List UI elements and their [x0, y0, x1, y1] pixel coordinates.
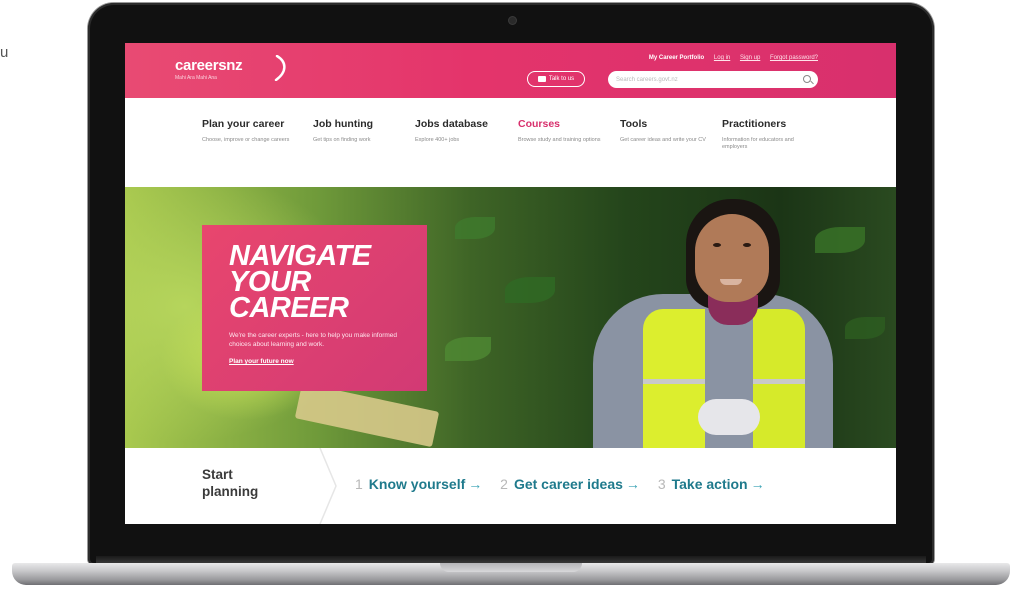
hero-banner: NAVIGATE YOUR CAREER We're the career ex… [125, 187, 896, 448]
portfolio-link[interactable]: My Career Portfolio [649, 55, 704, 61]
camera-icon [509, 17, 516, 24]
hero-person-photo [573, 199, 833, 448]
search-icon[interactable] [803, 75, 811, 83]
foliage [445, 337, 491, 361]
talk-to-us-button[interactable]: Talk to us [527, 71, 585, 87]
forgot-password-link[interactable]: Forgot password? [770, 55, 818, 61]
nav-desc: Get career ideas and write your CV [620, 137, 706, 143]
logo-tagline: Mahi Ara Mahi Ana [175, 75, 217, 81]
nav-desc: Choose, improve or change careers [202, 137, 290, 143]
planning-steps: 1 Know yourself → 2 Get career ideas → 3 Take… [355, 476, 779, 492]
nav-title: Plan your career [202, 118, 285, 130]
foliage [455, 217, 495, 239]
hero-text: We're the career experts - here to help … [229, 332, 398, 348]
step-number: 3 [657, 476, 666, 492]
arrow-right-icon: → [750, 476, 765, 492]
nav-title: Job hunting [313, 118, 374, 130]
vest-stripe [643, 379, 705, 384]
logo-swoosh-icon [274, 55, 286, 81]
arrow-right-icon: → [468, 476, 483, 492]
eye [743, 243, 751, 247]
site-header: careersnz Mahi Ara Mahi Ana My Career Po… [125, 43, 896, 98]
step-number: 1 [355, 476, 363, 492]
nav-title: Jobs database [415, 118, 488, 130]
hero-card: NAVIGATE YOUR CAREER We're the career ex… [202, 225, 427, 391]
nav-item-job-hunting[interactable]: Job hunting Get tips on finding work [313, 118, 408, 144]
step-get-career-ideas[interactable]: 2 Get career ideas → [500, 476, 640, 492]
nav-title: Practitioners [722, 118, 787, 130]
clipboard-image [294, 382, 440, 448]
account-links: My Career Portfolio Log in Sign up Forgo… [641, 55, 818, 61]
search-placeholder: Search careers.govt.nz [616, 76, 678, 83]
start-planning-bar: Start planning 1 Know yourself → 2 Get care… [125, 448, 896, 524]
chat-icon [537, 76, 546, 82]
nav-desc: Explore 400+ jobs [415, 137, 460, 143]
glove [698, 399, 760, 435]
edge-text: u [0, 44, 9, 61]
main-nav: Plan your career Choose, improve or chan… [125, 98, 896, 187]
step-know-yourself[interactable]: 1 Know yourself → [355, 476, 482, 492]
step-label: Take action [671, 476, 748, 492]
nav-item-courses[interactable]: Courses Browse study and training option… [518, 118, 613, 144]
laptop-notch [440, 563, 582, 572]
search-input[interactable]: Search careers.govt.nz [608, 71, 818, 88]
login-link[interactable]: Log in [714, 55, 730, 61]
eye [713, 243, 721, 247]
vest-stripe [753, 379, 805, 384]
start-planning-heading: Start planning [202, 467, 259, 499]
signup-link[interactable]: Sign up [740, 55, 760, 61]
nav-item-plan-your-career[interactable]: Plan your career Choose, improve or chan… [202, 118, 297, 144]
chevron-divider-icon [319, 448, 337, 524]
foliage [505, 277, 555, 303]
nav-title: Tools [620, 118, 648, 130]
nav-item-tools[interactable]: Tools Get career ideas and write your CV [620, 118, 715, 144]
step-label: Know yourself [368, 476, 466, 492]
nav-item-practitioners[interactable]: Practitioners Information for educators … [722, 118, 817, 151]
nav-item-jobs-database[interactable]: Jobs database Explore 400+ jobs [415, 118, 510, 144]
step-number: 2 [500, 476, 508, 492]
laptop-screen: careersnz Mahi Ara Mahi Ana My Career Po… [125, 43, 896, 524]
nav-desc: Get tips on finding work [313, 137, 371, 143]
step-take-action[interactable]: 3 Take action → [658, 476, 765, 492]
arrow-right-icon: → [625, 476, 640, 492]
step-label: Get career ideas [513, 476, 623, 492]
nav-title: Courses [518, 118, 561, 130]
site-logo[interactable]: careersnz [175, 57, 243, 74]
hero-title: NAVIGATE YOUR CAREER [229, 240, 371, 324]
nav-desc: Information for educators and employers [722, 137, 794, 150]
hero-cta-link[interactable]: Plan your future now [229, 358, 427, 365]
smile [720, 279, 742, 285]
foliage [845, 317, 885, 339]
nav-desc: Browse study and training options [518, 137, 601, 143]
face [695, 214, 769, 302]
talk-to-us-label: Talk to us [548, 76, 575, 82]
